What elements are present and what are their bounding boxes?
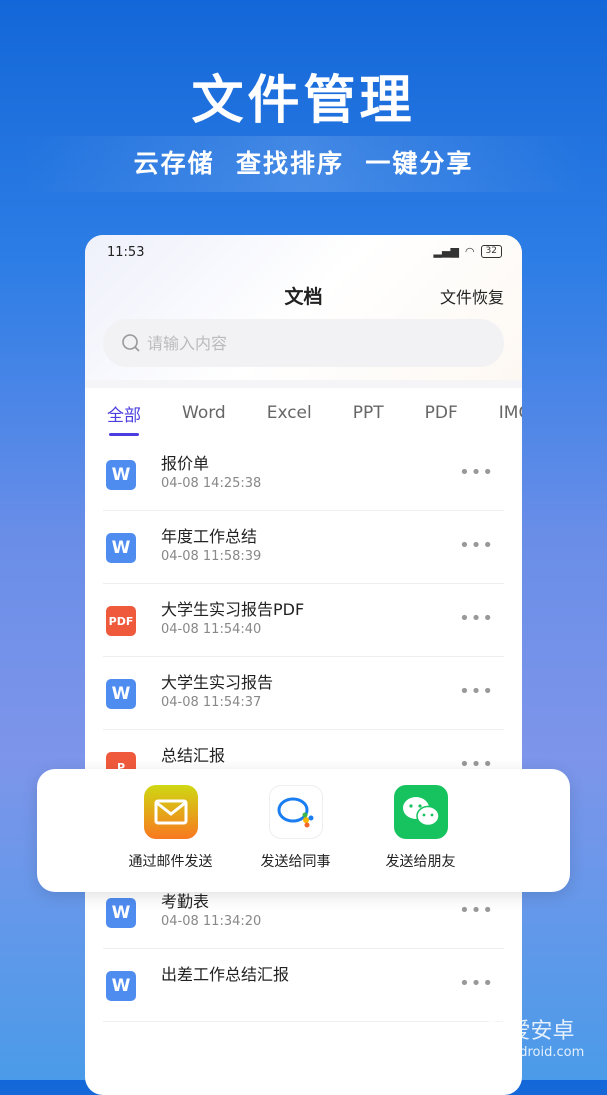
share-colleague-button[interactable]: 发送给同事 — [233, 769, 358, 892]
file-date: 04-08 14:25:38 — [161, 476, 262, 491]
word-file-icon: W — [106, 679, 136, 709]
tab-5[interactable]: IMG — [499, 403, 522, 423]
tab-4[interactable]: PDF — [425, 403, 458, 423]
divider — [85, 380, 522, 388]
status-time: 11:53 — [107, 245, 145, 260]
wifi-icon: ◠ — [464, 245, 475, 258]
header: 11:53 ▂▄▆ ◠ 32 文档 文件恢复 — [85, 235, 522, 380]
status-icons: ▂▄▆ ◠ 32 — [434, 245, 502, 258]
file-recover-button[interactable]: 文件恢复 — [440, 284, 504, 308]
tab-0[interactable]: 全部 — [107, 401, 141, 436]
search-icon — [122, 334, 140, 352]
watermark-url: 52android.com — [486, 1045, 585, 1060]
file-item[interactable]: PDF 大学生实习报告PDF 04-08 11:54:40 ••• — [103, 584, 504, 657]
hero-title: 文件管理 — [191, 71, 416, 131]
tab-2[interactable]: Excel — [267, 403, 312, 423]
word-file-icon: W — [106, 533, 136, 563]
file-type-tabs: 全部 Word Excel PPT PDF IMG — [85, 388, 522, 438]
file-name: 总结汇报 — [161, 746, 226, 765]
phone-screen: 11:53 ▂▄▆ ◠ 32 文档 文件恢复 全部 Word Excel PPT PDF… — [85, 235, 522, 1095]
share-sheet: 通过邮件发送 发送给同事 发送给朋友 — [37, 769, 570, 892]
signal-icon: ▂▄▆ — [433, 245, 459, 258]
more-icon[interactable]: ••• — [459, 973, 494, 994]
more-icon[interactable]: ••• — [459, 535, 494, 556]
mail-icon — [143, 785, 198, 839]
watermark-logo: ♡ 我爱安卓 52android.com — [450, 1013, 585, 1061]
file-item[interactable]: W 年度工作总结 04-08 11:58:39 ••• — [103, 511, 504, 584]
share-email-button[interactable]: 通过邮件发送 — [108, 769, 233, 892]
more-icon[interactable]: ••• — [459, 462, 494, 483]
share-label: 发送给朋友 — [385, 854, 456, 870]
pdf-file-icon: PDF — [106, 606, 136, 636]
tab-3[interactable]: PPT — [353, 403, 384, 423]
hero-subtitle: 云存储 查找排序 一键分享 — [20, 136, 587, 192]
file-item[interactable]: W 出差工作总结汇报 ••• — [103, 949, 504, 1022]
more-icon[interactable]: ••• — [459, 608, 494, 629]
tab-1[interactable]: Word — [182, 403, 226, 423]
file-date: 04-08 11:58:39 — [161, 549, 262, 564]
battery-icon: 32 — [480, 245, 502, 258]
file-date: 04-08 11:34:20 — [161, 914, 262, 929]
wechat-icon — [393, 785, 448, 839]
wecom-icon — [268, 785, 323, 839]
share-friend-button[interactable]: 发送给朋友 — [358, 769, 483, 892]
file-item[interactable]: W 报价单 04-08 14:25:38 ••• — [103, 438, 504, 511]
word-file-icon: W — [106, 460, 136, 490]
search-bar[interactable] — [103, 319, 504, 367]
file-item[interactable]: W 大学生实习报告 04-08 11:54:37 ••• — [103, 657, 504, 730]
watermark-name: 我爱安卓 — [486, 1019, 575, 1044]
file-name: 大学生实习报告PDF — [161, 600, 305, 619]
file-date: 04-08 11:54:40 — [161, 622, 262, 637]
file-name: 报价单 — [161, 454, 210, 473]
search-input[interactable] — [147, 333, 447, 353]
word-file-icon: W — [106, 898, 136, 928]
file-list: W 报价单 04-08 14:25:38 ••• W 年度工作总结 04-08 11:58:… — [85, 438, 522, 1022]
android-mascot-icon: ♡ — [450, 1016, 481, 1057]
file-date: 04-08 11:54:37 — [161, 695, 262, 710]
more-icon[interactable]: ••• — [459, 900, 494, 921]
more-icon[interactable]: ••• — [459, 681, 494, 702]
share-label: 发送给同事 — [260, 854, 331, 870]
share-label: 通过邮件发送 — [128, 854, 213, 870]
file-name: 大学生实习报告 — [161, 673, 274, 692]
word-file-icon: W — [106, 971, 136, 1001]
file-name: 出差工作总结汇报 — [161, 965, 290, 984]
file-name: 年度工作总结 — [161, 527, 258, 546]
